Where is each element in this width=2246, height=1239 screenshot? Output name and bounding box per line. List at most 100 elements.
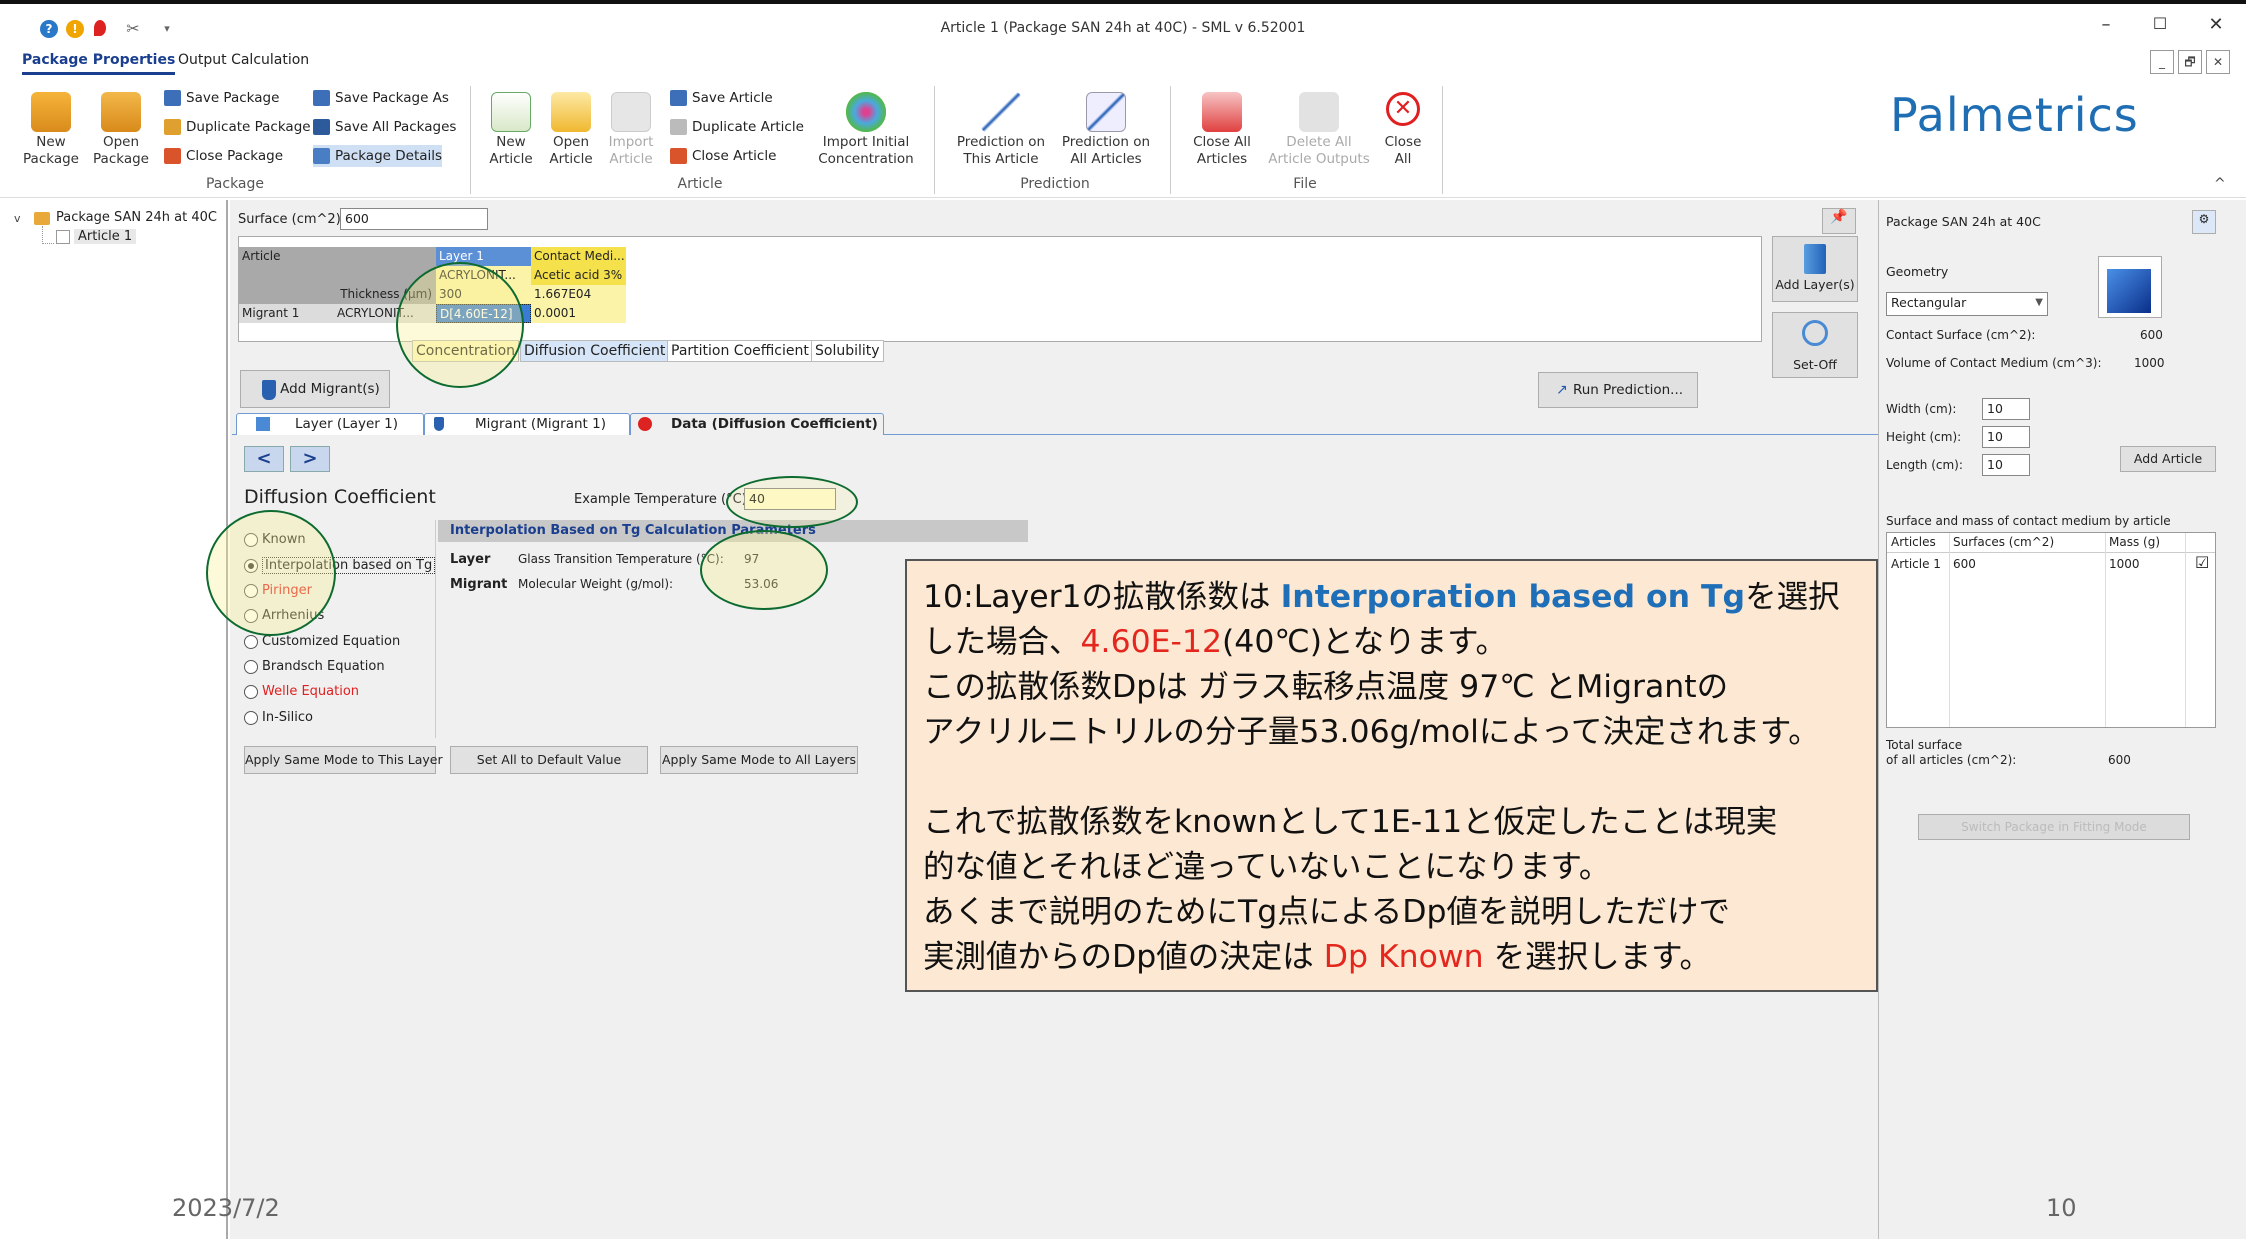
close-article-button[interactable]: Close Article	[670, 145, 776, 167]
group-label-article: Article	[677, 176, 723, 192]
group-label-prediction: Prediction	[1020, 176, 1090, 192]
switch-fitting-mode-button[interactable]: Switch Package in Fitting Mode	[1918, 814, 2190, 840]
mdi-restore-button[interactable]: 🗗	[2178, 50, 2202, 74]
table-row-checkbox[interactable]: ☑	[2195, 553, 2209, 572]
tree-item-article[interactable]: Article 1	[74, 229, 137, 244]
col-articles: Articles	[1891, 535, 1936, 549]
close-articles-icon	[1202, 92, 1242, 132]
layer-label: Layer	[450, 552, 491, 567]
apply-this-layer-button[interactable]: Apply Same Mode to This Layer	[244, 746, 443, 774]
import-initial-concentration-button[interactable]: Import Initial Concentration	[816, 92, 916, 168]
duplicate-article-button[interactable]: Duplicate Article	[670, 116, 804, 138]
highlight-circle-grid	[396, 262, 524, 388]
layer-tab-icon	[256, 417, 270, 431]
height-label: Height (cm):	[1886, 430, 1962, 444]
height-input[interactable]: 10	[1982, 426, 2030, 448]
save-article-button[interactable]: Save Article	[670, 87, 773, 109]
migrant-label: Migrant	[450, 577, 508, 592]
maximize-button[interactable]: ☐	[2140, 14, 2180, 33]
prev-button[interactable]: <	[244, 446, 284, 472]
tab-output-calculation[interactable]: Output Calculation	[178, 52, 309, 68]
grid-contact-value[interactable]: 1.667E04	[531, 285, 626, 304]
collapse-ribbon-icon[interactable]: ^	[2214, 176, 2226, 192]
close-all-button[interactable]: ✕ Close All	[1380, 92, 1426, 168]
grid-contact-material[interactable]: Acetic acid 3%	[531, 266, 626, 285]
cube-icon	[2107, 269, 2151, 313]
import-article-button[interactable]: Import Article	[602, 92, 660, 168]
subtab-solubility[interactable]: Solubility	[811, 340, 884, 362]
tab-migrant[interactable]: Migrant (Migrant 1)	[424, 413, 630, 435]
apply-all-layers-button[interactable]: Apply Same Mode to All Layers	[660, 746, 858, 774]
set-default-button[interactable]: Set All to Default Value	[450, 746, 648, 774]
mode-welle-radio[interactable]: Welle Equation	[244, 682, 359, 702]
ribbon-separator	[1170, 86, 1171, 194]
note-line-7: あくまで説明のためにTg点によるDp値を説明しただけで	[923, 894, 1731, 930]
geometry-label: Geometry	[1886, 264, 1949, 279]
article-icon	[56, 230, 70, 244]
ribbon-separator	[1442, 86, 1443, 194]
ribbon-separator	[934, 86, 935, 194]
save-all-packages-button[interactable]: Save All Packages	[313, 116, 456, 138]
mode-brandsch-radio[interactable]: Brandsch Equation	[244, 657, 385, 677]
tab-package-properties[interactable]: Package Properties	[22, 52, 176, 75]
add-article-button[interactable]: Add Article	[2120, 446, 2216, 472]
close-window-button[interactable]: ✕	[2196, 14, 2236, 35]
close-package-button[interactable]: Close Package	[164, 145, 283, 167]
mw-label: Molecular Weight (g/mol):	[518, 577, 674, 591]
width-input[interactable]: 10	[1982, 398, 2030, 420]
note-line-5: これで拡散係数をknownとして1E-11と仮定したことは現実	[923, 804, 1778, 840]
length-input[interactable]: 10	[1982, 454, 2030, 476]
contact-surface-value: 600	[2140, 328, 2163, 342]
subtab-diffusion[interactable]: Diffusion Coefficient	[520, 340, 670, 362]
package-details-button[interactable]: Package Details	[313, 145, 443, 167]
mdi-close-button[interactable]: ✕	[2206, 50, 2230, 74]
prediction-multi-icon	[1086, 92, 1126, 132]
article-mass-table: Articles Surfaces (cm^2) Mass (g) Articl…	[1886, 532, 2216, 728]
window-title: Article 1 (Package SAN 24h at 40C) - SML…	[940, 20, 1306, 36]
mode-insilico-radio[interactable]: In-Silico	[244, 708, 313, 728]
geometry-select[interactable]: Rectangular ▼	[1886, 292, 2048, 316]
next-button[interactable]: >	[290, 446, 330, 472]
mdi-minimize-button[interactable]: _	[2150, 50, 2174, 74]
prediction-icon: ↗	[1556, 382, 1568, 398]
pin-panel-button[interactable]: 📌	[1822, 208, 1856, 234]
close-all-articles-button[interactable]: Close All Articles	[1184, 92, 1260, 168]
highlight-circle-params	[700, 530, 828, 610]
table-row-article[interactable]: Article 1	[1891, 557, 1941, 571]
grid-migrant-contact[interactable]: 0.0001	[531, 304, 626, 323]
save-package-as-button[interactable]: Save Package As	[313, 87, 449, 109]
subtab-partition[interactable]: Partition Coefficient	[667, 340, 813, 362]
expand-icon[interactable]: v	[14, 212, 21, 225]
package-settings-button[interactable]: ⚙	[2192, 210, 2216, 234]
prediction-this-article-button[interactable]: Prediction on This Article	[950, 92, 1052, 168]
duplicate-package-button[interactable]: Duplicate Package	[164, 116, 311, 138]
tab-data[interactable]: Data (Diffusion Coefficient)	[630, 413, 884, 435]
new-package-button[interactable]: New Package	[20, 92, 82, 168]
width-label: Width (cm):	[1886, 402, 1957, 416]
palmetrics-logo: Palmetrics	[1890, 88, 2139, 142]
contact-surface-label: Contact Surface (cm^2):	[1886, 328, 2036, 342]
package-tree: v Package SAN 24h at 40C Article 1	[0, 200, 228, 1239]
geometry-preview	[2098, 256, 2162, 318]
chevron-down-icon: ▼	[2035, 297, 2043, 308]
length-label: Length (cm):	[1886, 458, 1963, 472]
table-row-surface[interactable]: 600	[1953, 557, 1976, 571]
table-row-mass[interactable]: 1000	[2109, 557, 2140, 571]
delete-outputs-icon	[1299, 92, 1339, 132]
grid-blank	[239, 266, 436, 285]
molecule-icon	[846, 92, 886, 132]
grid-migrant-name[interactable]: Migrant 1	[239, 304, 334, 323]
save-as-icon	[313, 90, 330, 106]
save-package-button[interactable]: Save Package	[164, 87, 279, 109]
tree-item-package[interactable]: Package SAN 24h at 40C	[56, 210, 217, 225]
grid-contact-header[interactable]: Contact Medi...	[531, 247, 626, 266]
open-article-button[interactable]: Open Article	[542, 92, 600, 168]
new-article-button[interactable]: New Article	[482, 92, 540, 168]
delete-all-outputs-button[interactable]: Delete All Article Outputs	[1264, 92, 1374, 168]
minimize-button[interactable]: –	[2086, 14, 2126, 35]
surface-input[interactable]: 600	[340, 208, 488, 230]
migrant-tab-icon	[434, 417, 444, 431]
close-article-icon	[670, 148, 687, 164]
prediction-all-articles-button[interactable]: Prediction on All Articles	[1056, 92, 1156, 168]
open-package-button[interactable]: Open Package	[90, 92, 152, 168]
